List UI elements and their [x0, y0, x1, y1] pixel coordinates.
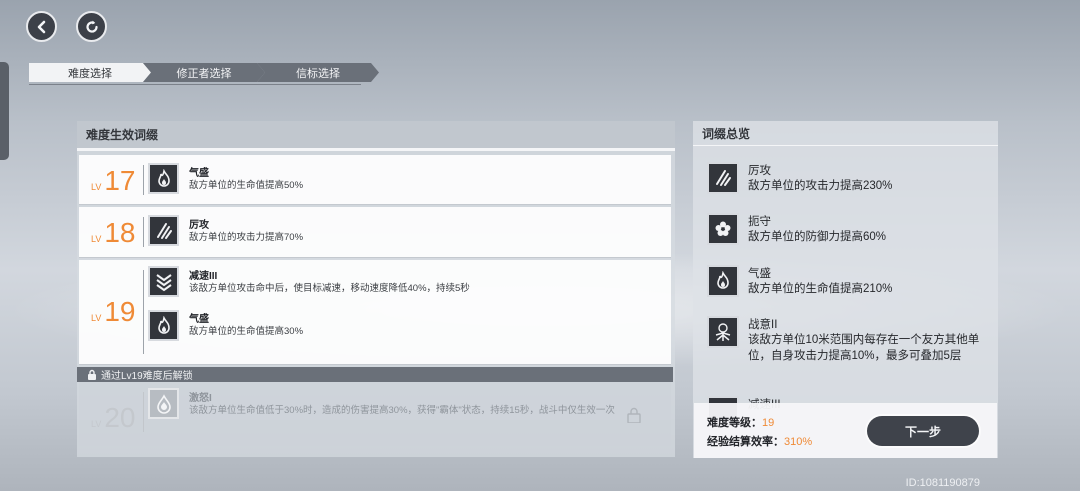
level-prefix: LV — [91, 313, 102, 323]
battle-spirit-icon — [707, 316, 739, 348]
divider — [143, 217, 144, 247]
flower-shield-icon — [707, 213, 739, 245]
affix-description: 该敌方单位生命值低于30%时，造成的伤害提高30%，获得"霸体"状态，持续15秒… — [189, 405, 615, 416]
chevrons-down-icon — [148, 266, 179, 297]
flame-icon — [148, 310, 179, 341]
lock-icon — [88, 369, 96, 380]
summary-name: 气盛 — [748, 268, 771, 280]
panel-title: 词缀总览 — [693, 121, 998, 146]
difficulty-level-label: 难度等级： — [707, 417, 762, 429]
divider — [143, 270, 144, 354]
divider — [143, 392, 144, 432]
exp-rate-label: 经验结算效率： — [707, 436, 784, 448]
level-number: 20 — [104, 402, 136, 433]
summary-description: 敌方单位的攻击力提高230% — [748, 180, 893, 192]
affix-description: 敌方单位的生命值提高50% — [189, 180, 304, 191]
claw-slash-icon — [148, 215, 179, 246]
unlock-requirement-bar: 通过Lv19难度后解锁 — [77, 367, 673, 382]
flame-icon — [148, 163, 179, 194]
divider — [143, 165, 144, 195]
level-number: 17 — [104, 165, 136, 196]
unlock-text: 通过Lv19难度后解锁 — [101, 371, 193, 382]
affix-description: 敌方单位的攻击力提高70% — [189, 232, 304, 243]
claw-slash-icon — [707, 162, 739, 194]
refresh-icon — [85, 20, 98, 33]
step-label: 修正者选择 — [176, 67, 232, 80]
level-prefix: LV — [91, 234, 102, 244]
step-label: 难度选择 — [68, 67, 112, 80]
lock-icon — [627, 407, 641, 423]
level-prefix: LV — [91, 419, 102, 429]
exp-rate-line: 经验结算效率：310% — [707, 433, 812, 449]
affix-name: 气盛 — [189, 314, 209, 325]
level-label: LV 19 — [91, 298, 136, 326]
refresh-button[interactable] — [76, 11, 107, 42]
summary-name: 厉攻 — [748, 165, 771, 177]
result-footer: 难度等级：19 经验结算效率：310% 下一步 — [694, 403, 997, 458]
flame-icon — [707, 265, 739, 297]
summary-description: 敌方单位的防御力提高60% — [748, 231, 887, 243]
affix-name: 气盛 — [189, 168, 209, 179]
arrow-left-icon — [37, 20, 45, 33]
difficulty-row-19[interactable]: LV 19 减速III 该敌方单位攻击命中后，使目标减速，移动速度降低40%，持… — [79, 260, 671, 365]
level-label: LV 20 — [91, 404, 136, 432]
drop-icon — [148, 388, 179, 419]
difficulty-row-17[interactable]: LV 17 气盛 敌方单位的生命值提高50% — [79, 155, 671, 205]
difficulty-level-line: 难度等级：19 — [707, 414, 774, 430]
affix-name: 减速III — [189, 271, 218, 282]
player-id: ID:1081190879 — [905, 477, 980, 489]
difficulty-level-value: 19 — [762, 417, 775, 429]
difficulty-row-20-locked[interactable]: LV 20 激怒I 该敌方单位生命值低于30%时，造成的伤害提高30%，获得"霸… — [79, 382, 671, 446]
affix-name: 厉攻 — [189, 220, 209, 231]
step-difficulty[interactable]: 难度选择 — [29, 63, 151, 82]
step-label: 信标选择 — [296, 67, 340, 80]
level-number: 19 — [104, 296, 136, 327]
affix-name: 激怒I — [189, 393, 212, 404]
step-beacon[interactable]: 信标选择 — [257, 63, 379, 82]
next-step-button[interactable]: 下一步 — [867, 416, 979, 446]
panel-title: 难度生效词缀 — [77, 121, 675, 151]
exp-rate-value: 310% — [784, 436, 813, 448]
level-number: 18 — [104, 217, 136, 248]
step-underline — [29, 84, 361, 85]
step-progress: 难度选择 修正者选择 信标选择 — [29, 63, 371, 82]
level-label: LV 17 — [91, 167, 136, 195]
summary-description: 该敌方单位10米范围内每存在一个友方其他单位，自身攻击力提高10%，最多可叠加5… — [748, 334, 980, 362]
level-prefix: LV — [91, 182, 102, 192]
step-modifier[interactable]: 修正者选择 — [143, 63, 265, 82]
level-label: LV 18 — [91, 219, 136, 247]
affix-description: 敌方单位的生命值提高30% — [189, 326, 304, 337]
summary-name: 扼守 — [748, 216, 771, 228]
affix-summary-panel: 词缀总览 厉攻 敌方单位的攻击力提高230% 扼守 敌方单位的防御力提高60% … — [693, 121, 998, 458]
difficulty-row-18[interactable]: LV 18 厉攻 敌方单位的攻击力提高70% — [79, 207, 671, 258]
back-button[interactable] — [26, 11, 57, 42]
summary-description: 敌方单位的生命值提高210% — [748, 283, 893, 295]
summary-name: 战意II — [748, 319, 778, 331]
affix-description: 该敌方单位攻击命中后，使目标减速，移动速度降低40%，持续5秒 — [189, 283, 470, 294]
side-drawer-handle[interactable] — [0, 62, 9, 160]
difficulty-affix-panel: 难度生效词缀 LV 17 气盛 敌方单位的生命值提高50% LV 18 厉攻 敌… — [77, 121, 675, 457]
